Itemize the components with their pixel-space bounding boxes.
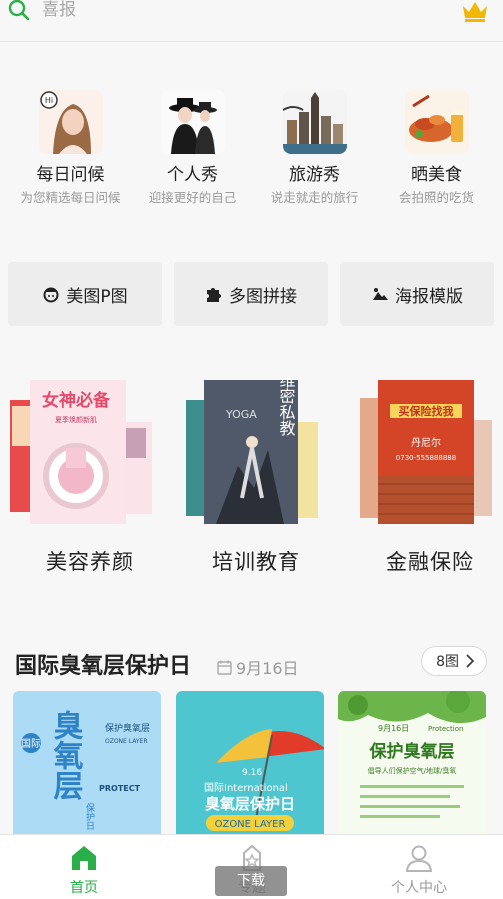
section-date-text: 9月16日 — [236, 659, 299, 678]
poster-subheading: OZONE LAYER — [105, 738, 148, 745]
training-poster-stack: YOGA 维密私教 — [176, 372, 336, 528]
travel-show-thumbnail — [282, 90, 347, 154]
beauty-poster-subtitle: 夏季焕颜新肌 — [55, 415, 97, 424]
food-show-thumbnail — [404, 90, 469, 154]
big-category-label: 金融保险 — [386, 550, 474, 574]
finance-poster-name: 丹尼尔 — [411, 436, 441, 449]
category-row: Hi 每日问候 为您精选每日问候 个人秀 迎接更好的自己 旅游秀 说走就走的旅行… — [0, 90, 503, 220]
poster-subtitle: 倡导人们保护空气/地球/臭氧 — [368, 766, 457, 775]
category-daily-greeting[interactable]: Hi 每日问候 为您精选每日问候 — [8, 90, 133, 206]
category-personal-show[interactable]: 个人秀 迎接更好的自己 — [130, 90, 255, 206]
puzzle-icon — [207, 288, 221, 302]
poster-date: 9.16 — [242, 768, 262, 778]
poster-heading: 保护臭氧层 — [105, 722, 150, 734]
big-category-label: 美容养颜 — [46, 550, 134, 574]
search-input[interactable]: 喜报 — [42, 0, 76, 20]
poster-right-text: 保护日 — [84, 802, 95, 830]
training-poster-tag: YOGA — [225, 408, 257, 421]
big-category-training[interactable]: YOGA 维密私教 培训教育 — [176, 372, 336, 576]
poster-side-text: 国际 — [21, 738, 41, 750]
svg-text:Hi: Hi — [44, 96, 52, 105]
poster-main-text: 臭氧层 — [48, 710, 84, 801]
category-title: 个人秀 — [167, 165, 218, 185]
section-title: 国际臭氧层保护日 — [15, 654, 192, 679]
category-subtitle: 说走就走的旅行 — [270, 190, 359, 205]
crown-icon[interactable] — [461, 0, 489, 22]
poster-english: OZONE LAYER — [215, 819, 286, 830]
image-count-button[interactable]: 8图 — [421, 646, 487, 676]
nav-profile[interactable]: 个人中心 — [335, 835, 503, 899]
face-icon — [43, 287, 59, 303]
beauty-poster-stack: 女神必备 夏季焕颜新肌 — [10, 378, 170, 528]
finance-poster-title: 买保险找我 — [399, 404, 454, 418]
poster-main-text: 保护臭氧层 — [369, 741, 455, 762]
category-title: 晒美食 — [411, 165, 462, 185]
category-subtitle: 迎接更好的自己 — [148, 190, 237, 205]
poster-tag: Protection — [428, 725, 463, 733]
finance-poster-stack: 买保险找我 丹尼尔 0730-555888888 — [350, 378, 503, 528]
image-icon — [373, 288, 388, 300]
category-title: 每日问候 — [36, 165, 105, 185]
poster-date: 9月16日 — [378, 724, 409, 733]
section-date: 9月16日 — [217, 655, 299, 679]
greeting-thumbnail: Hi — [38, 90, 103, 154]
big-category-label: 培训教育 — [212, 550, 300, 574]
search-bar[interactable]: 喜报 — [0, 0, 503, 42]
personal-show-thumbnail — [160, 90, 225, 154]
training-poster-title: 维密私教 — [277, 378, 296, 437]
meitu-edit-button[interactable]: 美图P图 — [8, 262, 162, 326]
poster-thumbnail[interactable]: 9月16日 Protection 保护臭氧层 倡导人们保护空气/地球/臭氧 — [338, 691, 486, 841]
category-title: 旅游秀 — [289, 165, 340, 185]
poster-template-button[interactable]: 海报模版 — [340, 262, 494, 326]
user-icon — [405, 845, 433, 872]
big-category-beauty[interactable]: 女神必备 夏季焕颜新肌 美容养颜 — [10, 378, 170, 576]
poster-main-text: 臭氧层保护日 — [205, 795, 295, 813]
chevron-right-icon — [466, 654, 474, 668]
nav-home[interactable]: 首页 — [0, 835, 168, 899]
home-icon — [72, 846, 96, 870]
poster-thumbnail[interactable]: 国际 臭氧层 保护臭氧层 OZONE LAYER PROTECT 保护日 — [13, 691, 161, 841]
image-count-text: 8图 — [436, 654, 459, 670]
calendar-icon — [217, 660, 232, 675]
big-category-finance[interactable]: 买保险找我 丹尼尔 0730-555888888 金融保险 — [350, 378, 503, 576]
nav-label: 个人中心 — [391, 880, 447, 896]
category-travel-show[interactable]: 旅游秀 说走就走的旅行 — [252, 90, 377, 206]
tool-label: 多图拼接 — [229, 286, 297, 307]
download-toast: 下载 — [215, 866, 287, 896]
category-food-show[interactable]: 晒美食 会拍照的吃货 — [374, 90, 499, 206]
poster-thumbnail[interactable]: 9.16 国际International 臭氧层保护日 OZONE LAYER — [176, 691, 324, 841]
category-subtitle: 为您精选每日问候 — [20, 190, 121, 205]
search-icon — [8, 0, 30, 21]
finance-poster-phone: 0730-555888888 — [396, 454, 456, 462]
category-subtitle: 会拍照的吃货 — [398, 190, 474, 205]
poster-english: PROTECT — [99, 784, 141, 793]
multi-image-collage-button[interactable]: 多图拼接 — [174, 262, 328, 326]
poster-top-text: 国际International — [204, 782, 288, 794]
tool-label: 美图P图 — [66, 286, 128, 307]
nav-label: 首页 — [70, 880, 98, 896]
tool-label: 海报模版 — [395, 286, 463, 307]
beauty-poster-title: 女神必备 — [42, 390, 111, 411]
